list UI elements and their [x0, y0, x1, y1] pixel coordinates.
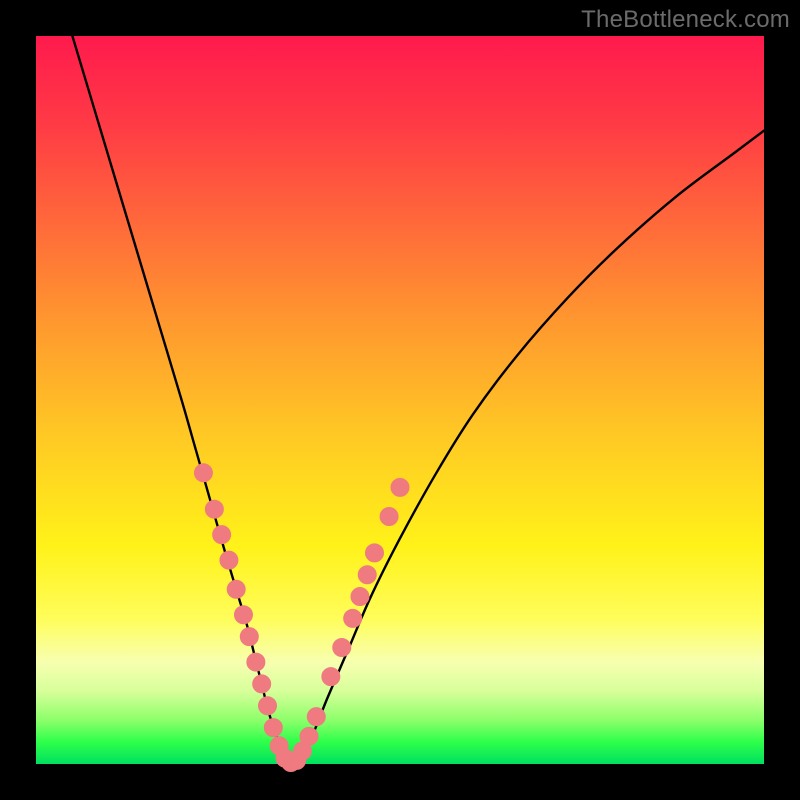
curve-marker [213, 526, 231, 544]
curve-marker [300, 727, 318, 745]
curve-marker [366, 544, 384, 562]
curve-marker [220, 551, 238, 569]
chart-stage: TheBottleneck.com [0, 0, 800, 800]
curve-marker [333, 639, 351, 657]
curve-marker [234, 606, 252, 624]
curve-marker [358, 566, 376, 584]
curve-marker [253, 675, 271, 693]
chart-overlay [36, 36, 764, 764]
curve-marker [247, 653, 265, 671]
curve-marker [380, 507, 398, 525]
curve-marker [227, 580, 245, 598]
curve-marker [322, 668, 340, 686]
curve-marker [205, 500, 223, 518]
plot-area [36, 36, 764, 764]
curve-marker [344, 609, 362, 627]
curve-marker [240, 628, 258, 646]
watermark-text: TheBottleneck.com [581, 6, 790, 34]
curve-marker [391, 478, 409, 496]
curve-markers [194, 464, 409, 772]
curve-marker [194, 464, 212, 482]
bottleneck-curve [72, 36, 764, 764]
curve-marker [264, 719, 282, 737]
curve-marker [259, 697, 277, 715]
curve-marker [351, 588, 369, 606]
curve-marker [307, 708, 325, 726]
